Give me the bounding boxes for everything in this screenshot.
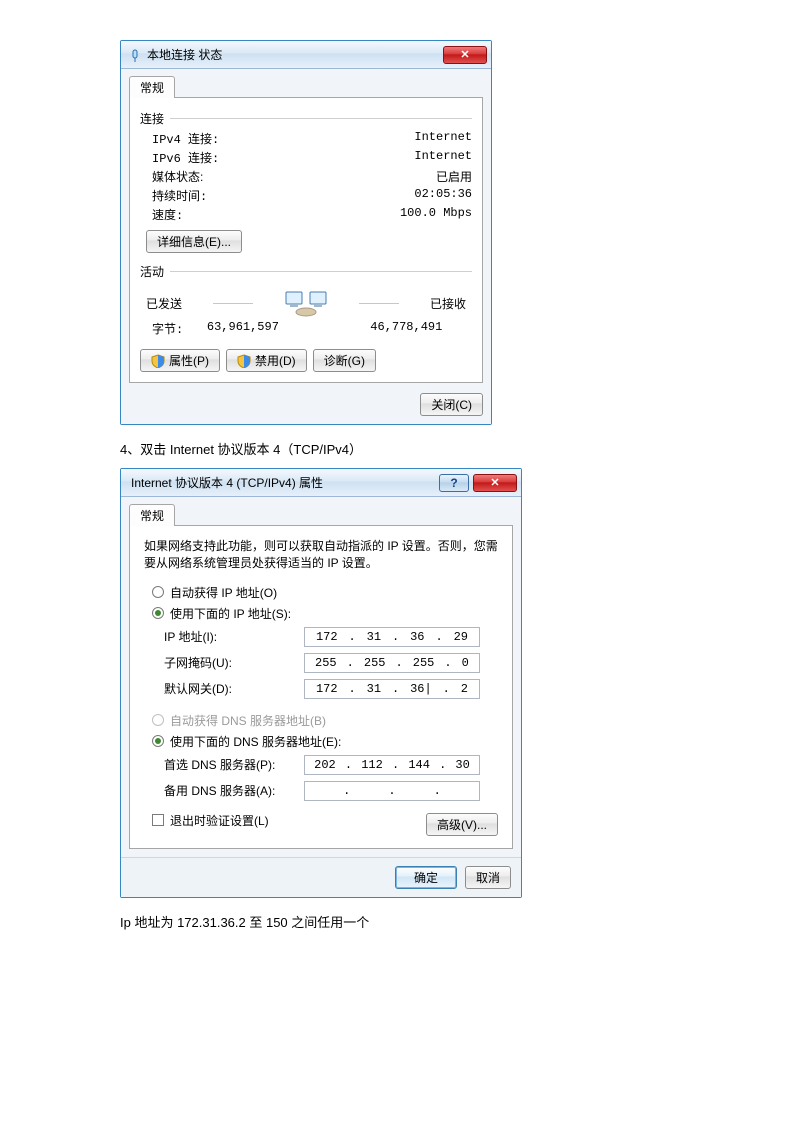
bytes-label: 字节: — [146, 320, 183, 337]
radio-icon — [152, 607, 164, 619]
close-dialog-button[interactable]: 关闭(C) — [420, 393, 483, 416]
activity-group-header: 活动 — [140, 263, 472, 280]
cancel-button[interactable]: 取消 — [465, 866, 511, 889]
field-alternate-dns: 备用 DNS 服务器(A): . . . — [144, 778, 498, 804]
titlebar[interactable]: 本地连接 状态 ✕ — [121, 41, 491, 69]
shield-icon — [151, 354, 165, 368]
details-button[interactable]: 详细信息(E)... — [146, 230, 242, 253]
radio-icon — [152, 586, 164, 598]
tab-general[interactable]: 常规 — [129, 504, 175, 526]
diagnose-button[interactable]: 诊断(G) — [313, 349, 376, 372]
field-default-gateway: 默认网关(D): 172. 31. 36|. 2 — [144, 676, 498, 702]
advanced-button[interactable]: 高级(V)... — [426, 813, 498, 836]
ipv4-properties-dialog: Internet 协议版本 4 (TCP/IPv4) 属性 ? ✕ 常规 如果网… — [120, 468, 522, 898]
close-icon: ✕ — [490, 476, 499, 489]
field-preferred-dns: 首选 DNS 服务器(P): 202. 112. 144. 30 — [144, 752, 498, 778]
connection-group-header: 连接 — [140, 110, 472, 127]
help-button[interactable]: ? — [439, 474, 469, 492]
shield-icon — [237, 354, 251, 368]
ok-button[interactable]: 确定 — [395, 866, 457, 889]
disable-button[interactable]: 禁用(D) — [226, 349, 307, 372]
field-subnet-mask: 子网掩码(U): 255. 255. 255. 0 — [144, 650, 498, 676]
local-connection-status-dialog: 本地连接 状态 ✕ 常规 连接 IPv4 连接:Internet IPv6 连接… — [120, 40, 492, 425]
network-icon — [284, 288, 328, 318]
subnet-mask-input[interactable]: 255. 255. 255. 0 — [304, 653, 480, 673]
ip-instruction-text: 如果网络支持此功能，则可以获取自动指派的 IP 设置。否则，您需要从网络系统管理… — [144, 538, 498, 572]
dialog-title: Internet 协议版本 4 (TCP/IPv4) 属性 — [131, 474, 439, 491]
row-ipv4: IPv4 连接:Internet — [140, 129, 472, 148]
bytes-sent: 63,961,597 — [183, 320, 302, 337]
titlebar[interactable]: Internet 协议版本 4 (TCP/IPv4) 属性 ? ✕ — [121, 469, 521, 497]
ip-address-input[interactable]: 172. 31. 36. 29 — [304, 627, 480, 647]
sent-label: 已发送 — [146, 295, 182, 312]
radio-use-ip[interactable]: 使用下面的 IP 地址(S): — [144, 603, 498, 624]
radio-icon — [152, 714, 164, 726]
bytes-recv: 46,778,491 — [347, 320, 466, 337]
radio-auto-dns: 自动获得 DNS 服务器地址(B) — [144, 710, 498, 731]
close-button[interactable]: ✕ — [443, 46, 487, 64]
field-ip-address: IP 地址(I): 172. 31. 36. 29 — [144, 624, 498, 650]
default-gateway-input[interactable]: 172. 31. 36|. 2 — [304, 679, 480, 699]
radio-icon — [152, 735, 164, 747]
row-ipv6: IPv6 连接:Internet — [140, 148, 472, 167]
dialog-title: 本地连接 状态 — [147, 46, 443, 63]
radio-use-dns[interactable]: 使用下面的 DNS 服务器地址(E): — [144, 731, 498, 752]
ip-range-note: Ip 地址为 172.31.36.2 至 150 之间任用一个 — [120, 912, 800, 931]
row-media: 媒体状态:已启用 — [140, 167, 472, 186]
recv-label: 已接收 — [430, 295, 466, 312]
tab-general[interactable]: 常规 — [129, 76, 175, 98]
alternate-dns-input[interactable]: . . . — [304, 781, 480, 801]
step-4-text: 4、双击 Internet 协议版本 4（TCP/IPv4） — [120, 439, 800, 458]
properties-button[interactable]: 属性(P) — [140, 349, 220, 372]
checkbox-icon — [152, 814, 164, 826]
row-speed: 速度:100.0 Mbps — [140, 205, 472, 224]
close-icon: ✕ — [460, 48, 469, 61]
connection-icon — [127, 47, 143, 63]
preferred-dns-input[interactable]: 202. 112. 144. 30 — [304, 755, 480, 775]
radio-auto-ip[interactable]: 自动获得 IP 地址(O) — [144, 582, 498, 603]
close-button[interactable]: ✕ — [473, 474, 517, 492]
row-duration: 持续时间:02:05:36 — [140, 186, 472, 205]
